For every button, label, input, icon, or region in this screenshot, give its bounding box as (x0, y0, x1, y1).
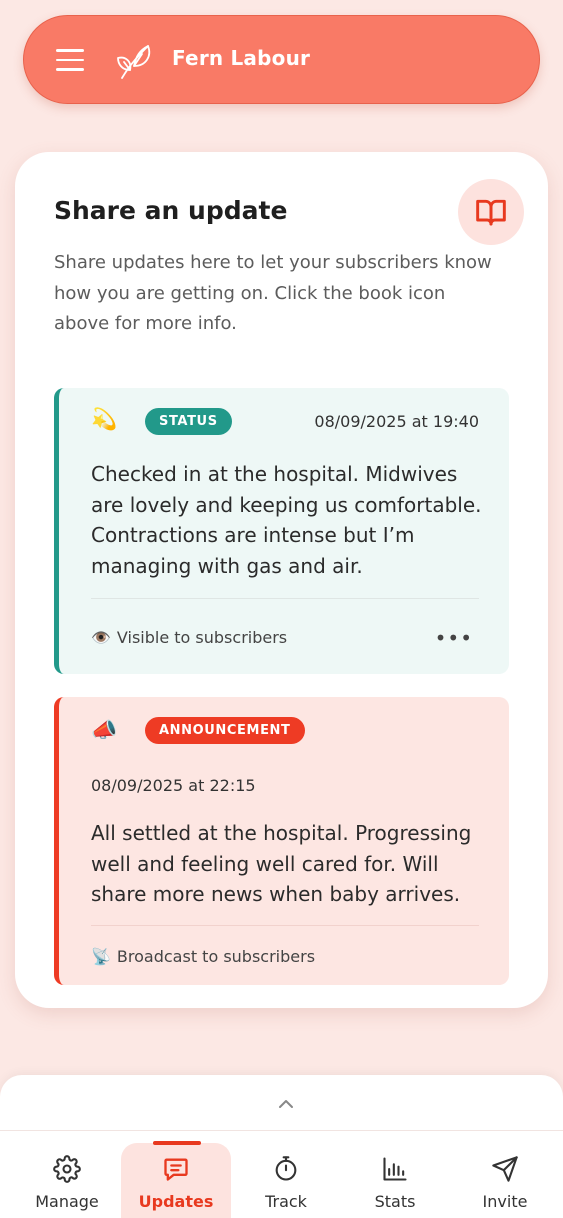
visibility-text: Visible to subscribers (116, 628, 288, 647)
update-timestamp: 08/09/2025 at 22:15 (91, 776, 256, 795)
broadcast-text: Broadcast to subscribers (116, 947, 316, 966)
tab-updates[interactable]: Updates (121, 1143, 231, 1218)
satellite-icon: 📡 (91, 947, 111, 966)
divider (91, 598, 479, 599)
brand-name: Fern Labour (172, 46, 311, 70)
fern-logo-icon (117, 45, 151, 79)
tab-track[interactable]: Track (231, 1131, 341, 1218)
help-book-button[interactable] (458, 179, 524, 245)
tab-label: Updates (138, 1192, 214, 1211)
megaphone-emoji-icon: 📣 (91, 718, 118, 742)
update-text: All settled at the hospital. Progressing… (91, 821, 472, 906)
tab-stats[interactable]: Stats (340, 1131, 450, 1218)
broadcast-label: 📡 Broadcast to subscribers (91, 947, 315, 966)
share-update-card: Share an update Share updates here to le… (15, 152, 548, 1008)
message-icon (164, 1158, 188, 1181)
eye-icon: 👁️ (91, 628, 111, 647)
active-tab-indicator (153, 1141, 201, 1145)
status-badge: STATUS (145, 408, 232, 435)
card-description: Share updates here to let your subscribe… (54, 252, 492, 334)
tab-label: Invite (482, 1192, 528, 1211)
announcement-badge: ANNOUNCEMENT (145, 717, 305, 744)
bottom-nav: Manage Updates Track Stats Invite (0, 1130, 563, 1218)
chevron-up-icon[interactable] (274, 1097, 298, 1111)
tab-label: Manage (35, 1192, 99, 1211)
update-timestamp: 08/09/2025 at 19:40 (314, 412, 479, 431)
send-icon (492, 1156, 518, 1182)
app-header: Fern Labour (23, 15, 540, 104)
book-icon (476, 199, 506, 226)
visibility-label: 👁️ Visible to subscribers (91, 628, 287, 647)
gear-icon (53, 1155, 81, 1183)
divider (91, 925, 479, 926)
tab-invite[interactable]: Invite (450, 1131, 560, 1218)
tab-label: Track (265, 1192, 307, 1211)
update-item-announcement: 📣 ANNOUNCEMENT 08/09/2025 at 22:15 All s… (54, 697, 509, 985)
update-item-status: 💫 STATUS 08/09/2025 at 19:40 Checked in … (54, 388, 509, 674)
dizzy-emoji-icon: 💫 (91, 407, 118, 431)
update-text: Checked in at the hospital. Midwives are… (91, 462, 482, 578)
tab-label: Stats (374, 1192, 416, 1211)
page-title: Share an update (54, 196, 288, 225)
more-options-button[interactable]: ••• (435, 626, 473, 650)
chart-icon (383, 1157, 407, 1181)
stopwatch-icon (275, 1156, 297, 1181)
hamburger-menu-icon[interactable] (56, 49, 84, 71)
tab-manage[interactable]: Manage (12, 1131, 122, 1218)
